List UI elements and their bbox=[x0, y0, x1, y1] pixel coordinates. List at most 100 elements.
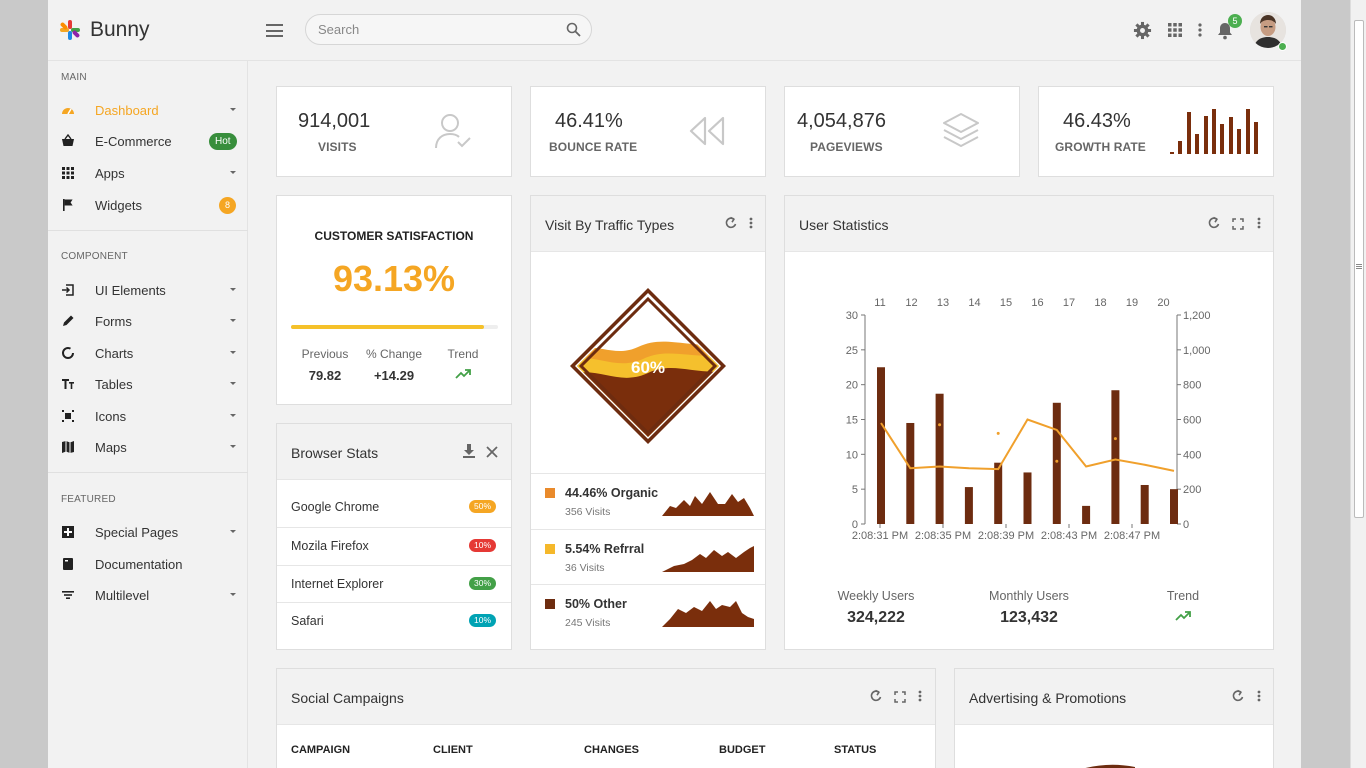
refresh-icon[interactable] bbox=[1207, 216, 1221, 235]
column-header-changes[interactable]: CHANGES bbox=[584, 744, 639, 756]
sidebar-item-apps[interactable]: Apps bbox=[48, 158, 248, 188]
special-pages-icon bbox=[61, 525, 75, 539]
chevron-down-icon bbox=[230, 319, 236, 322]
user-bar bbox=[1111, 390, 1120, 524]
sidebar-item-label: Documentation bbox=[95, 556, 183, 572]
browser-row: Google Chrome 50% bbox=[277, 489, 511, 526]
sidebar-item-label: Apps bbox=[95, 165, 125, 181]
stat-value: 914,001 bbox=[298, 110, 371, 132]
sidebar-item-tables[interactable]: Tables bbox=[48, 369, 248, 399]
card-header: User Statistics bbox=[785, 196, 1273, 252]
more-vertical-icon[interactable] bbox=[1257, 216, 1261, 234]
more-vertical-icon[interactable] bbox=[918, 689, 922, 707]
column-header-campaign[interactable]: CAMPAIGN bbox=[291, 744, 350, 756]
scrollbar-thumb[interactable] bbox=[1354, 20, 1364, 518]
fullscreen-icon[interactable] bbox=[1232, 217, 1244, 235]
trend-label: Trend bbox=[447, 347, 479, 361]
sidebar-item-charts[interactable]: Charts bbox=[48, 338, 248, 368]
section-title-featured: FEATURED bbox=[61, 494, 116, 505]
growth-bar bbox=[1254, 122, 1258, 154]
refresh-icon[interactable] bbox=[724, 216, 738, 235]
card-title: Browser Stats bbox=[291, 445, 379, 461]
user-bar bbox=[1023, 472, 1032, 524]
gear-icon[interactable] bbox=[1133, 21, 1152, 45]
apps-grid-icon[interactable] bbox=[1168, 23, 1182, 42]
sidebar-item-ui-elements[interactable]: UI Elements bbox=[48, 275, 248, 305]
user-bar bbox=[1170, 489, 1178, 524]
chevron-down-icon bbox=[230, 108, 236, 111]
growth-bar bbox=[1203, 115, 1208, 154]
chevron-down-icon bbox=[230, 171, 236, 174]
page-scrollbar[interactable] bbox=[1350, 0, 1366, 768]
stat-card-visits: 914,001 VISITS bbox=[276, 86, 512, 177]
top-tick-label: 17 bbox=[1063, 297, 1075, 309]
refresh-icon[interactable] bbox=[869, 689, 883, 708]
sidebar-item-ecommerce[interactable]: E-Commerce Hot bbox=[48, 126, 248, 156]
sidebar-item-documentation[interactable]: Documentation bbox=[48, 549, 248, 579]
grid-icon bbox=[61, 166, 75, 180]
browser-row: Mozila Firefox 10% bbox=[277, 527, 511, 564]
trend-column: Trend bbox=[428, 347, 498, 385]
traffic-sparkline bbox=[662, 492, 754, 516]
more-vertical-icon[interactable] bbox=[1198, 23, 1202, 42]
left-tick-label: 10 bbox=[846, 449, 858, 461]
card-title: Visit By Traffic Types bbox=[545, 217, 675, 233]
fullscreen-icon[interactable] bbox=[894, 690, 906, 708]
divider bbox=[48, 472, 248, 473]
sidebar-item-multilevel[interactable]: Multilevel bbox=[48, 580, 248, 610]
trending-up-icon bbox=[1123, 609, 1243, 627]
sidebar-item-label: Maps bbox=[95, 439, 127, 455]
user-bar bbox=[1140, 484, 1149, 524]
refresh-icon[interactable] bbox=[1231, 689, 1245, 708]
icons-icon bbox=[61, 409, 75, 423]
sidebar-item-label: Special Pages bbox=[95, 524, 179, 540]
sidebar-item-widgets[interactable]: Widgets 8 bbox=[48, 190, 248, 220]
growth-bar bbox=[1178, 140, 1183, 154]
sidebar-item-dashboard[interactable]: Dashboard bbox=[48, 95, 248, 125]
traffic-types-card: Visit By Traffic Types 60% 44.46% Organi… bbox=[530, 195, 766, 650]
column-header-client[interactable]: CLIENT bbox=[433, 744, 473, 756]
sidebar-item-special-pages[interactable]: Special Pages bbox=[48, 517, 248, 547]
change-label: % Change bbox=[365, 347, 423, 361]
browser-name: Google Chrome bbox=[291, 500, 380, 514]
growth-bar bbox=[1212, 109, 1216, 154]
stat-value: 46.41% bbox=[555, 110, 623, 132]
top-tick-label: 12 bbox=[905, 297, 917, 309]
weekly-users-label: Weekly Users bbox=[837, 589, 915, 603]
change-value: +14.29 bbox=[373, 368, 415, 383]
sidebar-item-icons[interactable]: Icons bbox=[48, 401, 248, 431]
social-campaigns-card: Social Campaigns CAMPAIGN CLIENT CHANGES… bbox=[276, 668, 936, 768]
growth-bar bbox=[1195, 134, 1200, 154]
sidebar-item-forms[interactable]: Forms bbox=[48, 306, 248, 336]
app-frame: Bunny 5 MAIN Dashboard bbox=[48, 0, 1301, 768]
close-icon[interactable] bbox=[486, 445, 498, 463]
column-header-budget[interactable]: BUDGET bbox=[719, 744, 765, 756]
traffic-title: 50% Other bbox=[565, 597, 627, 611]
growth-bar bbox=[1228, 117, 1233, 154]
card-title: Advertising & Promotions bbox=[969, 690, 1127, 706]
divider bbox=[48, 230, 248, 231]
right-tick-label: 400 bbox=[1183, 449, 1201, 461]
download-icon[interactable] bbox=[463, 444, 475, 463]
growth-bar bbox=[1220, 124, 1225, 154]
search-input[interactable] bbox=[318, 22, 558, 37]
menu-toggle-icon[interactable] bbox=[266, 24, 283, 37]
right-tick-label: 200 bbox=[1183, 484, 1201, 496]
satisfaction-progress-fill bbox=[291, 325, 484, 329]
chevron-down-icon bbox=[230, 351, 236, 354]
top-tick-label: 16 bbox=[1031, 297, 1043, 309]
right-tick-label: 600 bbox=[1183, 415, 1201, 427]
sidebar-item-maps[interactable]: Maps bbox=[48, 432, 248, 462]
search-icon[interactable] bbox=[566, 22, 581, 42]
browser-name: Internet Explorer bbox=[291, 577, 384, 591]
map-icon bbox=[61, 440, 75, 454]
more-vertical-icon[interactable] bbox=[749, 216, 753, 234]
stat-label: PAGEVIEWS bbox=[810, 140, 883, 154]
browser-percent-badge: 10% bbox=[469, 614, 496, 627]
previous-column: Previous 79.82 bbox=[290, 347, 360, 383]
growth-bar bbox=[1245, 109, 1250, 154]
more-vertical-icon[interactable] bbox=[1257, 689, 1261, 707]
logo[interactable]: Bunny bbox=[60, 18, 150, 42]
column-header-status[interactable]: STATUS bbox=[834, 744, 876, 756]
top-tick-label: 20 bbox=[1157, 297, 1169, 309]
